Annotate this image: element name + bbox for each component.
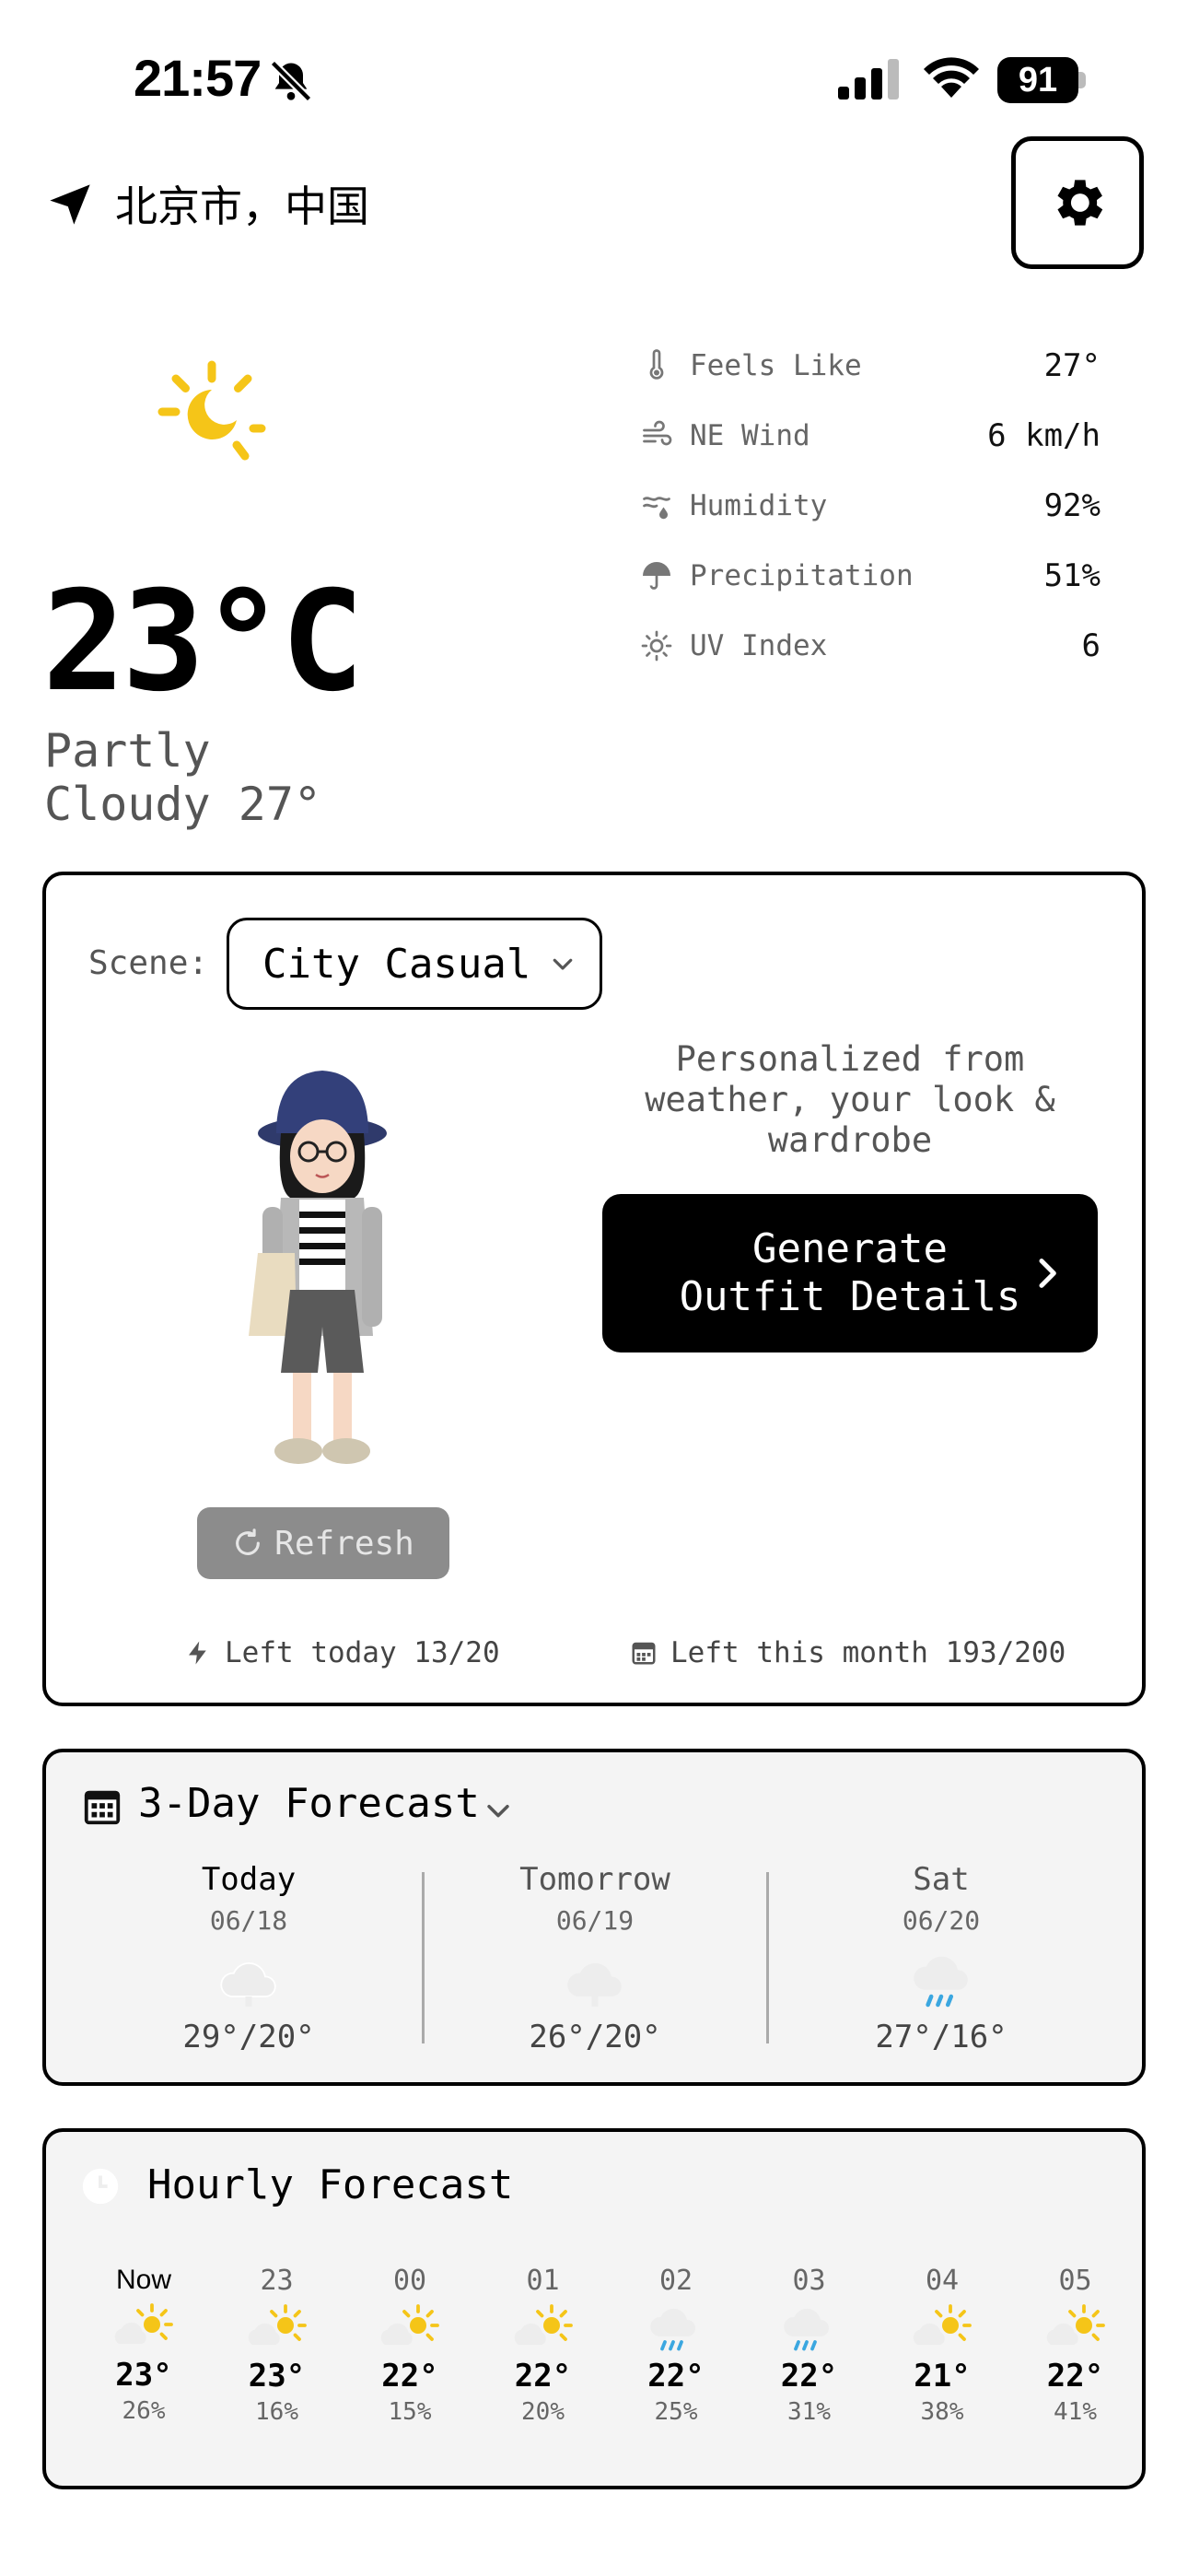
hourly-precip: 26% (122, 2397, 166, 2425)
partly-sunny-icon (514, 2304, 573, 2345)
hourly-precip: 31% (787, 2398, 831, 2426)
rain-cloud-icon (650, 2308, 695, 2351)
forecast-title[interactable]: 3-Day Forecast (138, 1780, 480, 1827)
hourly-item: 04 21° 38% (887, 2265, 997, 2426)
cloud-icon (220, 1961, 276, 2007)
scene-label: Scene: (88, 944, 209, 982)
partly-sunny-icon (913, 2304, 972, 2345)
location-arrow-icon (50, 184, 90, 225)
chevron-down-icon[interactable] (483, 1795, 514, 1826)
refresh-icon (236, 1528, 261, 1555)
quota-month: Left this month 193/200 (630, 1636, 1066, 1669)
hourly-item: 02 22° 25% (621, 2265, 731, 2426)
wind-icon (643, 420, 672, 446)
partly-sunny-icon (248, 2304, 307, 2345)
refresh-label: Refresh (274, 1524, 414, 1563)
hourly-item: 05 22° 41% (1020, 2265, 1131, 2426)
status-time: 21:57 (134, 49, 262, 107)
quota-today: Left today 13/20 (184, 1636, 500, 1669)
hourly-time: 03 (792, 2265, 826, 2297)
partly-sunny-icon (114, 2303, 173, 2344)
forecast-divider (422, 1872, 425, 2043)
hourly-time: 00 (392, 2265, 427, 2297)
settings-button[interactable] (1011, 136, 1144, 269)
personalized-note: Personalized from weather, your look & w… (645, 1039, 1055, 1160)
refresh-button[interactable]: Refresh (197, 1507, 449, 1579)
metric-precipitation: Precipitation 51% (640, 553, 1101, 599)
lightning-icon (189, 1641, 206, 1665)
hourly-precip: 41% (1054, 2398, 1097, 2426)
metric-uv-index: UV Index 6 (640, 623, 1101, 669)
thermometer-icon (649, 349, 664, 380)
hourly-time: Now (115, 2265, 171, 2295)
hourly-item: 23 23° 16% (222, 2265, 332, 2426)
hourly-precip: 38% (920, 2398, 964, 2426)
hourly-item: 00 22° 15% (355, 2265, 465, 2426)
scene-select[interactable]: City Casual (227, 918, 602, 1010)
sun-outline-icon (641, 630, 672, 662)
forecast-day: Sat 06/20 27°/16° (875, 1861, 1007, 2055)
hourly-time: 04 (925, 2265, 960, 2297)
humidity-icon (643, 497, 670, 520)
hourly-precip: 25% (654, 2398, 698, 2426)
umbrella-icon (643, 562, 670, 590)
metric-wind: NE Wind 6 km/h (640, 413, 1101, 459)
generate-outfit-label: Generate Outfit Details (679, 1225, 1021, 1320)
hourly-temp: 22° (514, 2358, 572, 2395)
scene-value: City Casual (262, 940, 531, 988)
current-condition: Partly Cloudy 27° (44, 724, 322, 831)
partly-sunny-icon (157, 360, 266, 461)
outfit-avatar (249, 1071, 387, 1464)
hourly-item: Now 23° 26% (88, 2265, 199, 2425)
wifi-icon (924, 57, 979, 98)
forecast-divider (766, 1872, 769, 2043)
hourly-temp: 21° (914, 2358, 971, 2395)
location-label[interactable]: 北京市，中国 (115, 173, 369, 234)
hourly-time: 01 (526, 2265, 560, 2297)
hourly-precip: 16% (255, 2398, 298, 2426)
partly-sunny-icon (380, 2304, 439, 2345)
hourly-temp: 22° (647, 2358, 705, 2395)
bell-muted-icon (270, 60, 312, 102)
hourly-temp: 22° (1046, 2358, 1104, 2395)
current-temperature: 23°C (42, 562, 364, 722)
calendar-icon (84, 1790, 121, 1825)
chevron-right-icon (1039, 1259, 1056, 1288)
chevron-down-icon (553, 958, 573, 970)
hourly-time: 05 (1058, 2265, 1092, 2297)
calendar-icon (632, 1642, 656, 1665)
battery-indicator: 91 (997, 57, 1086, 103)
gear-icon (1057, 180, 1103, 226)
hourly-precip: 20% (521, 2398, 565, 2426)
hourly-time: 02 (658, 2265, 693, 2297)
forecast-day: Today 06/18 29°/20° (182, 1861, 315, 2055)
hourly-temp: 23° (115, 2357, 172, 2394)
hourly-temp: 22° (381, 2358, 438, 2395)
cloud-icon (567, 1962, 622, 2007)
metric-feels-like: Feels Like 27° (640, 343, 1101, 389)
metric-humidity: Humidity 92% (640, 483, 1101, 529)
rain-cloud-icon (914, 1956, 968, 2008)
forecast-day: Tomorrow 06/19 26°/20° (519, 1861, 670, 2055)
rain-cloud-icon (783, 2308, 829, 2351)
hourly-precip: 15% (388, 2398, 432, 2426)
hourly-title: Hourly Forecast (147, 2161, 514, 2208)
hourly-temp: 23° (248, 2358, 306, 2395)
clock-icon (82, 2168, 119, 2205)
hourly-item: 01 22° 20% (488, 2265, 599, 2426)
hourly-item: 03 22° 31% (754, 2265, 865, 2426)
hourly-time: 23 (260, 2265, 294, 2297)
hourly-temp: 22° (780, 2358, 838, 2395)
partly-sunny-icon (1046, 2304, 1105, 2345)
cellular-signal-icon (838, 59, 899, 100)
generate-outfit-button[interactable]: Generate Outfit Details (602, 1194, 1098, 1352)
